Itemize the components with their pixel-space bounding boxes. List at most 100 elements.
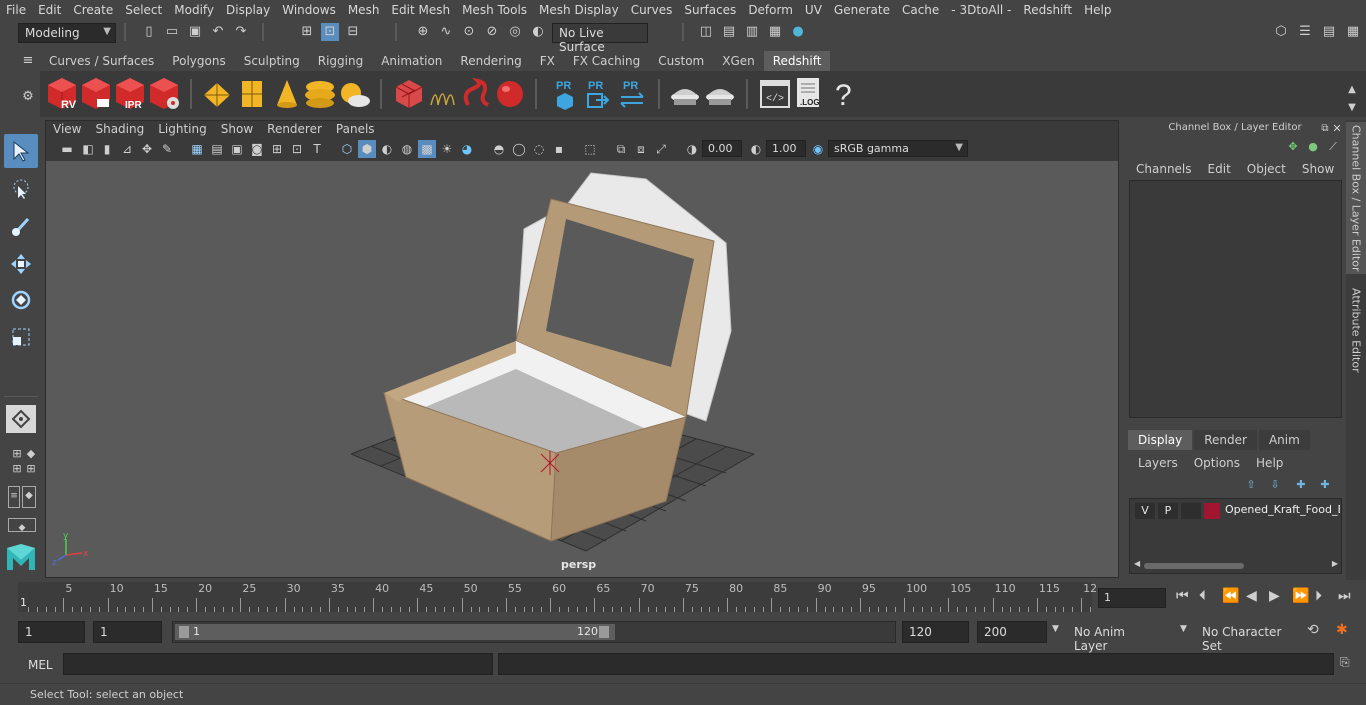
channel-list[interactable] — [1129, 180, 1342, 418]
snap-curve-icon[interactable]: ∿ — [437, 23, 455, 41]
channel-box-menu-object[interactable]: Object — [1241, 162, 1292, 176]
color-management-icon[interactable]: ◉ — [809, 140, 827, 158]
redshift-sun-sky-button[interactable] — [337, 75, 371, 111]
xray-icon[interactable]: ◓ — [490, 140, 508, 158]
lasso-tool-icon[interactable] — [4, 172, 38, 206]
camera-attributes-icon[interactable]: ◧ — [79, 140, 97, 158]
redshift-proxy-button[interactable] — [392, 75, 426, 111]
scroll-right-icon[interactable]: ▶ — [1332, 559, 1338, 568]
layer-tab-anim[interactable]: Anim — [1258, 430, 1310, 450]
slash-icon[interactable]: ⟋ — [1324, 138, 1342, 156]
new-layer-icon[interactable]: ✚ — [1292, 476, 1310, 494]
menu-item-help[interactable]: Help — [1078, 3, 1117, 17]
depth-of-field-icon[interactable]: ⧈ — [632, 140, 650, 158]
scrollbar-thumb[interactable] — [1144, 563, 1244, 569]
scale-tool-icon[interactable] — [4, 320, 38, 354]
select-hierarchy-icon[interactable]: ⊞ — [298, 23, 316, 41]
select-tool-icon[interactable] — [4, 134, 38, 168]
redshift-curve-button[interactable] — [460, 75, 494, 111]
shelf-tab-fx-caching[interactable]: FX Caching — [564, 51, 649, 71]
animation-start-field[interactable]: 1 — [18, 621, 85, 643]
gamma-icon[interactable]: ◐ — [747, 140, 765, 158]
film-gate-icon[interactable]: ▤ — [208, 140, 226, 158]
menu-item-edit-mesh[interactable]: Edit Mesh — [385, 3, 456, 17]
range-slider-bar[interactable]: 1 120 — [175, 624, 615, 640]
shelf-tab-fx[interactable]: FX — [531, 51, 564, 71]
shelf-tab-xgen[interactable]: XGen — [713, 51, 764, 71]
tab-attribute-editor[interactable]: Attribute Editor — [1346, 280, 1366, 380]
scroll-left-icon[interactable]: ◀ — [1134, 559, 1140, 568]
command-language-label[interactable]: MEL — [18, 654, 58, 676]
wireframe-icon[interactable]: ⬡ — [338, 140, 356, 158]
viewport-menu-renderer[interactable]: Renderer — [260, 121, 329, 139]
layer-tab-display[interactable]: Display — [1128, 430, 1193, 450]
grid-icon[interactable]: ▦ — [188, 140, 206, 158]
redshift-render-view-button[interactable]: RV — [45, 75, 79, 111]
redshift-sphere-button[interactable] — [493, 75, 527, 111]
menu-item-select[interactable]: Select — [119, 3, 168, 17]
undo-icon[interactable]: ↶ — [209, 23, 227, 41]
viewport-menu-panels[interactable]: Panels — [329, 121, 382, 139]
bookmark-icon[interactable]: ▮ — [98, 140, 116, 158]
menu-item-generate[interactable]: Generate — [828, 3, 896, 17]
ipr-render-icon[interactable]: ▥ — [743, 23, 761, 41]
menu-item-mesh-tools[interactable]: Mesh Tools — [456, 3, 533, 17]
menu-item-edit[interactable]: Edit — [32, 3, 67, 17]
tool-settings-icon[interactable]: ▤ — [1320, 23, 1338, 41]
render-view-icon[interactable]: ▦ — [766, 23, 784, 41]
hypershade-icon[interactable]: ● — [789, 23, 807, 41]
safe-action-icon[interactable]: ⊡ — [288, 140, 306, 158]
redshift-area-light-button[interactable] — [200, 75, 234, 111]
step-forward-key-icon[interactable]: ⏩ — [1292, 588, 1309, 604]
image-plane-icon[interactable]: ⊿ — [118, 140, 136, 158]
layer-tab-render[interactable]: Render — [1194, 430, 1257, 450]
chevron-down-icon[interactable]: ▼ — [1180, 624, 1187, 634]
new-scene-icon[interactable]: ▯ — [140, 23, 158, 41]
layer-visibility-toggle[interactable]: V — [1135, 503, 1155, 519]
render-settings-icon[interactable]: ◫ — [697, 23, 715, 41]
outliner-layout-icon[interactable]: ≡ — [8, 486, 20, 508]
range-start-handle[interactable] — [179, 626, 189, 638]
textured-icon[interactable]: ◍ — [398, 140, 416, 158]
layer-scrollbar[interactable]: ◀ ▶ — [1134, 559, 1338, 571]
layout-split-icon[interactable]: ⊞ — [22, 460, 40, 478]
redshift-ies-light-button[interactable] — [270, 75, 304, 111]
layer-menu-options[interactable]: Options — [1188, 456, 1246, 470]
snap-view-icon[interactable]: ◎ — [506, 23, 524, 41]
menu-item-display[interactable]: Display — [220, 3, 276, 17]
menu-item-mesh[interactable]: Mesh — [342, 3, 386, 17]
graph-layout-icon[interactable]: ◆ — [8, 518, 36, 533]
shelf-tab-custom[interactable]: Custom — [649, 51, 713, 71]
snap-point-icon[interactable]: ⊙ — [460, 23, 478, 41]
go-to-start-icon[interactable]: ⏮ — [1176, 588, 1189, 604]
move-axis-icon[interactable]: ✥ — [1284, 138, 1302, 156]
viewport-menu-lighting[interactable]: Lighting — [151, 121, 214, 139]
menu-item-windows[interactable]: Windows — [276, 3, 342, 17]
new-layer-selected-icon[interactable]: ✚ — [1316, 476, 1334, 494]
redo-icon[interactable]: ↷ — [232, 23, 250, 41]
field-chart-icon[interactable]: ⊞ — [268, 140, 286, 158]
attribute-editor-icon[interactable]: ☰ — [1296, 23, 1314, 41]
animation-preferences-icon[interactable]: ✱ — [1336, 622, 1348, 638]
character-set-dropdown[interactable]: No Character Set — [1196, 621, 1300, 653]
menu-item-surfaces[interactable]: Surfaces — [678, 3, 742, 17]
animation-end-field[interactable]: 200 — [977, 621, 1047, 643]
shelf-tab-sculpting[interactable]: Sculpting — [235, 51, 309, 71]
shelf-tab-polygons[interactable]: Polygons — [163, 51, 234, 71]
close-icon[interactable]: ✕ — [1328, 120, 1346, 138]
layer-name[interactable]: Opened_Kraft_Food_B — [1225, 503, 1340, 516]
save-scene-icon[interactable]: ▣ — [186, 23, 204, 41]
redshift-script-button[interactable]: </> — [758, 75, 792, 111]
play-backwards-icon[interactable]: ◀ — [1246, 588, 1257, 604]
redshift-pr-export-button[interactable]: PR — [580, 75, 614, 111]
use-all-lights-icon[interactable]: ▩ — [418, 140, 436, 158]
gamma-field[interactable]: 1.00 — [766, 140, 806, 157]
viewport-menu-shading[interactable]: Shading — [88, 121, 151, 139]
exposure-icon[interactable]: ◑ — [683, 140, 701, 158]
script-editor-icon[interactable]: ⎘ — [1340, 655, 1350, 670]
snap-projected-icon[interactable]: ⊘ — [483, 23, 501, 41]
help-button[interactable]: ? — [827, 75, 861, 112]
channel-box-menu-show[interactable]: Show — [1296, 162, 1340, 176]
tab-channel-box[interactable]: Channel Box / Layer Editor — [1346, 122, 1366, 274]
redshift-portal-light-button[interactable] — [235, 75, 269, 111]
